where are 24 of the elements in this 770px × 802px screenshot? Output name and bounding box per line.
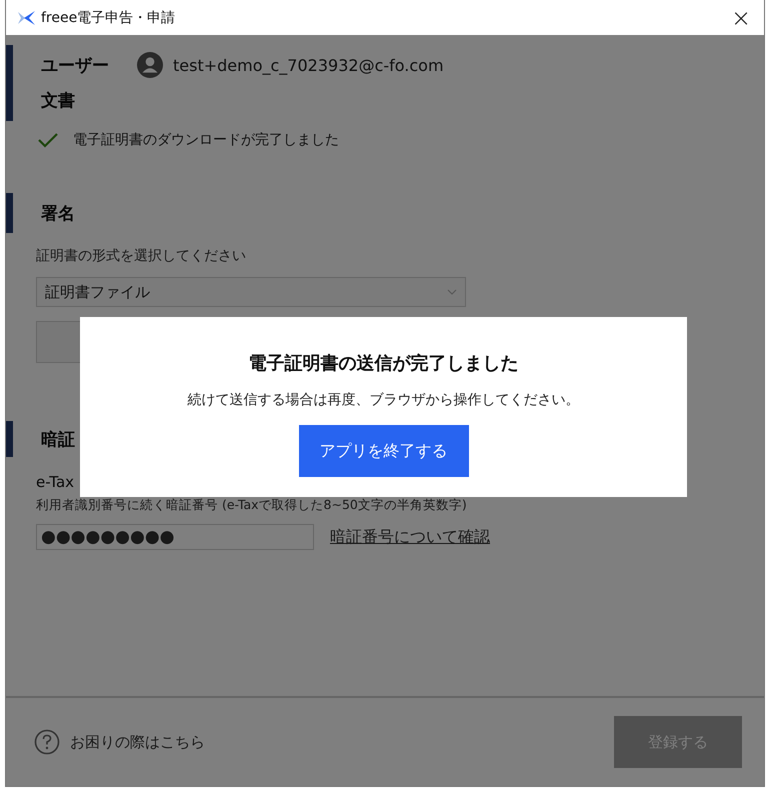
section-heading: 暗証 xyxy=(41,429,75,452)
pin-help-link[interactable]: 暗証番号について確認 xyxy=(330,526,490,548)
quit-app-button[interactable]: アプリを終了する xyxy=(298,425,468,477)
close-button[interactable]: × xyxy=(718,0,764,35)
section-marker xyxy=(6,421,13,457)
window-title: freee電子申告・申請 xyxy=(41,8,176,26)
help-link[interactable]: お困りの際はこちら xyxy=(70,732,205,752)
section-marker xyxy=(6,193,13,233)
avatar-icon xyxy=(137,52,163,78)
bird-logo-icon xyxy=(16,10,36,26)
field-hint: 利用者識別番号に続く暗証番号 (e-Taxで取得した8~50文字の半角英数字) xyxy=(36,497,467,514)
caret-icon xyxy=(447,289,457,295)
help-icon xyxy=(34,729,60,755)
user-email: test+demo_c_7023932@c-fo.com xyxy=(173,56,444,74)
status-text: 電子証明書のダウンロードが完了しました xyxy=(73,131,339,149)
dialog-title: 電子証明書の送信が完了しました xyxy=(248,352,518,375)
field-label: 証明書の形式を選択してください xyxy=(36,247,247,265)
pin-field[interactable]: ●●●●●●●●● xyxy=(36,524,314,550)
user-label: ユーザー xyxy=(41,54,109,76)
section-heading: 文書 xyxy=(41,90,76,113)
dialog-message: 続けて送信する場合は再度、ブラウザから操作してください。 xyxy=(188,391,580,409)
certificate-format-dropdown[interactable]: 証明書ファイル xyxy=(36,277,466,307)
field-label: e-Tax xyxy=(36,473,74,491)
section-heading: 署名 xyxy=(41,203,76,226)
